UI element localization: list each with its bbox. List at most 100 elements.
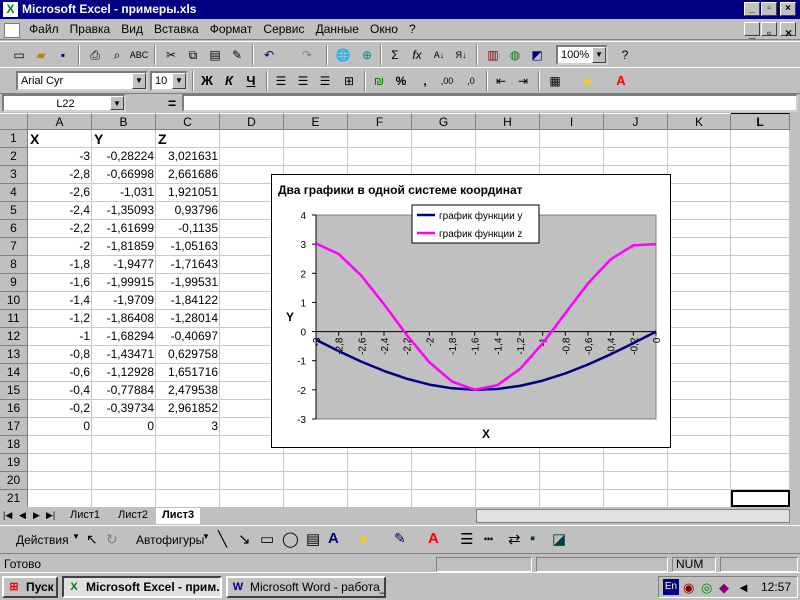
grid-cell[interactable] (156, 454, 220, 472)
grid-cell[interactable] (348, 130, 412, 148)
grid-cell[interactable] (731, 454, 790, 472)
row-header[interactable]: 3 (0, 166, 28, 184)
increase-indent-icon[interactable]: ⇥ (512, 71, 534, 91)
grid-cell[interactable] (220, 130, 284, 148)
grid-cell[interactable] (668, 328, 731, 346)
row-header[interactable]: 5 (0, 202, 28, 220)
grid-cell[interactable] (731, 310, 790, 328)
data-cell[interactable]: -1,35093 (92, 202, 156, 220)
data-cell[interactable]: -1,9709 (92, 292, 156, 310)
grid-cell[interactable] (284, 472, 348, 490)
grid-cell[interactable] (604, 490, 668, 507)
data-cell[interactable]: -1,2 (28, 310, 92, 328)
data-cell[interactable]: -0,2 (28, 400, 92, 418)
arrow-icon[interactable]: ↘ (238, 530, 251, 548)
data-cell[interactable]: -1,28014 (156, 310, 220, 328)
row-header[interactable]: 2 (0, 148, 28, 166)
sort-asc-icon[interactable]: A↓ (428, 45, 450, 65)
row-header[interactable]: 8 (0, 256, 28, 274)
column-header[interactable]: J (604, 113, 668, 130)
grid-cell[interactable] (28, 490, 92, 507)
line-icon[interactable]: ╲ (218, 530, 227, 548)
grid-cell[interactable] (348, 148, 412, 166)
font-color-icon[interactable]: A (610, 71, 632, 91)
grid-cell[interactable] (92, 436, 156, 454)
data-cell[interactable]: 0,93796 (156, 202, 220, 220)
3d-icon[interactable]: ◪ (552, 530, 566, 548)
grid-cell[interactable] (284, 454, 348, 472)
wordart-icon[interactable]: A (328, 530, 339, 547)
volume-icon[interactable]: ◄ (737, 578, 750, 598)
office-assistant-icon[interactable]: ? (614, 45, 636, 65)
data-cell[interactable]: -1 (28, 328, 92, 346)
rectangle-icon[interactable]: ▭ (260, 530, 274, 548)
data-cell[interactable]: 2,479538 (156, 382, 220, 400)
grid-cell[interactable] (668, 256, 731, 274)
row-header[interactable]: 13 (0, 346, 28, 364)
data-cell[interactable]: -1,43471 (92, 346, 156, 364)
grid-cell[interactable] (731, 292, 790, 310)
autosum-icon[interactable]: Σ (384, 45, 406, 65)
print-icon[interactable]: ⎙ (84, 45, 106, 65)
grid-cell[interactable] (220, 472, 284, 490)
zip-icon[interactable]: ◎ (701, 578, 712, 598)
column-header[interactable]: F (348, 113, 412, 130)
grid-cell[interactable] (284, 148, 348, 166)
bold-button[interactable]: Ж (196, 71, 218, 91)
grid-cell[interactable] (92, 490, 156, 507)
grid-cell[interactable] (412, 472, 476, 490)
actions-menu[interactable]: Действия (16, 533, 69, 547)
grid-cell[interactable] (220, 454, 284, 472)
menu-format[interactable]: Формат (206, 19, 257, 40)
data-cell[interactable]: -2,6 (28, 184, 92, 202)
undo-icon[interactable]: ↶ (258, 45, 280, 65)
paste-icon[interactable]: ▤ (204, 45, 226, 65)
row-header[interactable]: 16 (0, 400, 28, 418)
data-cell[interactable]: -0,40697 (156, 328, 220, 346)
doc-close-button[interactable]: × (780, 22, 796, 40)
data-cell[interactable]: -0,77884 (92, 382, 156, 400)
grid-cell[interactable] (476, 148, 540, 166)
data-cell[interactable]: -2,4 (28, 202, 92, 220)
font-size-select[interactable]: 10 ▼ (150, 71, 188, 91)
chevron-down-icon[interactable]: ▼ (110, 96, 124, 110)
row-header[interactable]: 14 (0, 364, 28, 382)
grid-cell[interactable] (668, 274, 731, 292)
chart-wizard-icon[interactable]: ▥ (482, 45, 504, 65)
grid-cell[interactable] (731, 184, 790, 202)
tray-app-icon[interactable]: ◉ (683, 578, 694, 598)
data-cell[interactable]: 1,651716 (156, 364, 220, 382)
row-header[interactable]: 4 (0, 184, 28, 202)
grid-cell[interactable] (668, 130, 731, 148)
last-sheet-icon[interactable]: ▶| (46, 510, 55, 521)
equals-sign[interactable]: = (168, 95, 176, 111)
grid-cell[interactable] (476, 472, 540, 490)
grid-cell[interactable] (731, 274, 790, 292)
grid-cell[interactable] (156, 436, 220, 454)
comma-button[interactable]: , (414, 71, 436, 91)
menu-file[interactable]: Файл (25, 19, 63, 40)
data-cell[interactable]: -2,2 (28, 220, 92, 238)
grid-cell[interactable] (668, 382, 731, 400)
shadow-icon[interactable]: ▪ (530, 530, 535, 547)
chevron-down-icon[interactable]: ▼ (72, 532, 80, 541)
grid-cell[interactable] (731, 130, 790, 148)
grid-cell[interactable] (731, 256, 790, 274)
cut-icon[interactable]: ✂ (160, 45, 182, 65)
grid-cell[interactable] (220, 490, 284, 507)
column-header[interactable]: B (92, 113, 156, 130)
column-header[interactable]: D (220, 113, 284, 130)
menu-edit[interactable]: Правка (66, 19, 115, 40)
menu-window[interactable]: Окно (366, 19, 402, 40)
row-header[interactable]: 19 (0, 454, 28, 472)
row-header[interactable]: 17 (0, 418, 28, 436)
spelling-icon[interactable]: ABC (128, 45, 150, 65)
grid-cell[interactable] (156, 490, 220, 507)
document-icon[interactable] (4, 22, 20, 38)
row-header[interactable]: 18 (0, 436, 28, 454)
grid-cell[interactable] (731, 202, 790, 220)
chevron-down-icon[interactable]: ▼ (172, 73, 186, 89)
grid-cell[interactable] (540, 454, 604, 472)
grid-cell[interactable] (348, 454, 412, 472)
row-header[interactable]: 9 (0, 274, 28, 292)
